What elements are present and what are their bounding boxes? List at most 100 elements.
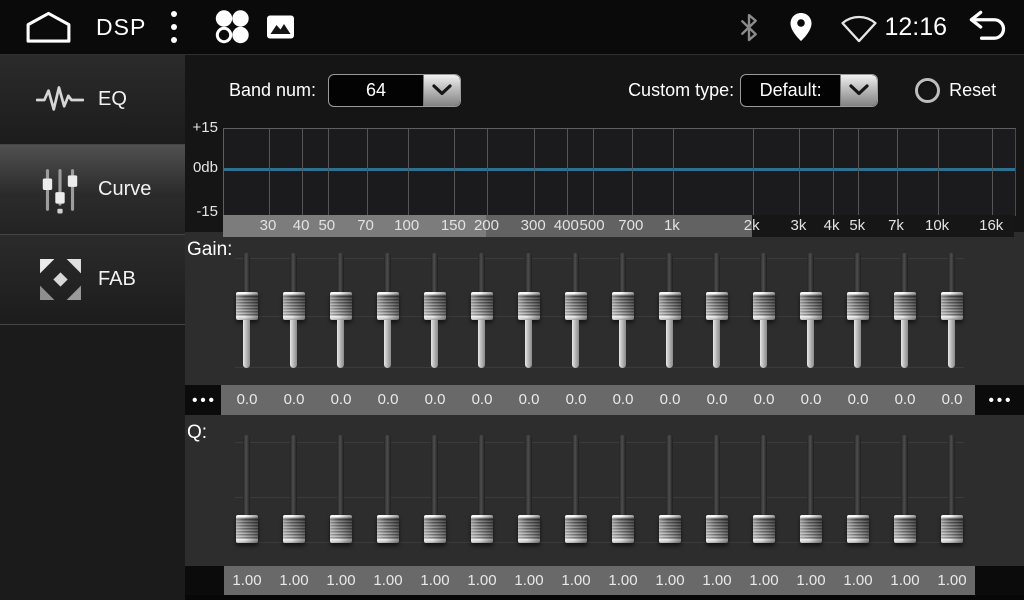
sidebar-item-curve[interactable]: Curve [0,145,185,235]
q-slider-thumb[interactable] [894,515,916,543]
gain-slider-thumb[interactable] [283,292,305,320]
gain-slider-thumb[interactable] [424,292,446,320]
wifi-status [839,12,879,43]
q-slider-thumb[interactable] [941,515,963,543]
q-slider[interactable] [283,435,305,543]
bluetooth-status [739,13,759,42]
q-slider[interactable] [518,435,540,543]
gain-slider[interactable] [941,253,963,368]
gain-slider[interactable] [706,253,728,368]
q-slider-thumb[interactable] [847,515,869,543]
gain-slider-cell [646,253,693,368]
gain-slider[interactable] [612,253,634,368]
q-slider[interactable] [424,435,446,543]
gain-slider-thumb[interactable] [518,292,540,320]
band-num-select[interactable]: 64 [328,74,461,107]
gain-overflow-left-button[interactable]: ••• [185,385,221,415]
gain-slider-thumb[interactable] [753,292,775,320]
q-slider-thumb[interactable] [518,515,540,543]
gain-slider-thumb[interactable] [941,292,963,320]
q-value: 1.00 [882,566,929,595]
q-slider-thumb[interactable] [753,515,775,543]
sidebar-item-fab[interactable]: FAB [0,235,185,325]
gain-slider-thumb[interactable] [800,292,822,320]
bottom-edge [185,595,1024,600]
q-slider-thumb[interactable] [612,515,634,543]
q-slider-thumb[interactable] [800,515,822,543]
freq-tick-label: 500 [580,215,605,237]
q-slider-thumb[interactable] [424,515,446,543]
gain-slider-thumb[interactable] [659,292,681,320]
gain-slider[interactable] [330,253,352,368]
gain-slider-thumb[interactable] [894,292,916,320]
q-slider[interactable] [471,435,493,543]
freq-tick-label: 1k [664,215,680,237]
q-slider[interactable] [753,435,775,543]
q-slider-thumb[interactable] [471,515,493,543]
apps-button[interactable] [213,8,251,46]
gain-slider[interactable] [377,253,399,368]
q-slider-thumb[interactable] [377,515,399,543]
gain-slider-thumb[interactable] [330,292,352,320]
gain-overflow-right-button[interactable]: ••• [975,385,1024,415]
gain-slider-thumb[interactable] [236,292,258,320]
sidebar-item-eq[interactable]: EQ [0,55,185,145]
q-slider-thumb[interactable] [283,515,305,543]
gain-slider-thumb[interactable] [706,292,728,320]
gallery-button[interactable] [266,15,295,39]
slider-track-upper [478,253,485,292]
freq-tick-label: 16k [979,215,1003,237]
gain-slider[interactable] [753,253,775,368]
q-slider[interactable] [236,435,258,543]
gain-slider-thumb[interactable] [565,292,587,320]
gain-slider[interactable] [847,253,869,368]
q-slider[interactable] [612,435,634,543]
gain-slider[interactable] [424,253,446,368]
gain-slider[interactable] [565,253,587,368]
gain-slider[interactable] [518,253,540,368]
gain-slider-thumb[interactable] [847,292,869,320]
q-slider[interactable] [377,435,399,543]
slider-track-upper [619,435,626,515]
q-slider-thumb[interactable] [706,515,728,543]
q-slider[interactable] [847,435,869,543]
chevron-down-icon[interactable] [423,75,460,106]
more-options-button[interactable] [169,10,179,44]
gain-value: 0.0 [788,385,835,415]
q-slider[interactable] [330,435,352,543]
q-slider[interactable] [800,435,822,543]
chevron-down-icon[interactable] [840,75,877,106]
q-slider[interactable] [941,435,963,543]
q-slider[interactable] [659,435,681,543]
q-slider[interactable] [894,435,916,543]
gain-slider[interactable] [471,253,493,368]
home-button[interactable] [25,11,72,44]
gain-slider[interactable] [659,253,681,368]
gain-slider-thumb[interactable] [612,292,634,320]
slider-track-upper [901,253,908,292]
gain-slider-cell [364,253,411,368]
q-slider-thumb[interactable] [330,515,352,543]
gain-slider-thumb[interactable] [471,292,493,320]
slider-track-lower [243,320,250,368]
back-button[interactable] [962,10,1009,45]
custom-type-select[interactable]: Default: [740,74,878,107]
gain-slider[interactable] [236,253,258,368]
q-slider-cell [693,435,740,543]
q-slider[interactable] [706,435,728,543]
q-slider-thumb[interactable] [659,515,681,543]
slider-track-upper [525,253,532,292]
freq-gridline [938,129,939,216]
gain-slider[interactable] [800,253,822,368]
freq-gridline [408,129,409,216]
gallery-icon [266,15,295,39]
q-slider-cell [411,435,458,543]
q-slider-thumb[interactable] [236,515,258,543]
freq-tick-label: 300 [521,215,546,237]
reset-button[interactable] [915,78,940,103]
q-slider-thumb[interactable] [565,515,587,543]
gain-slider[interactable] [894,253,916,368]
gain-slider-thumb[interactable] [377,292,399,320]
gain-slider[interactable] [283,253,305,368]
q-slider[interactable] [565,435,587,543]
